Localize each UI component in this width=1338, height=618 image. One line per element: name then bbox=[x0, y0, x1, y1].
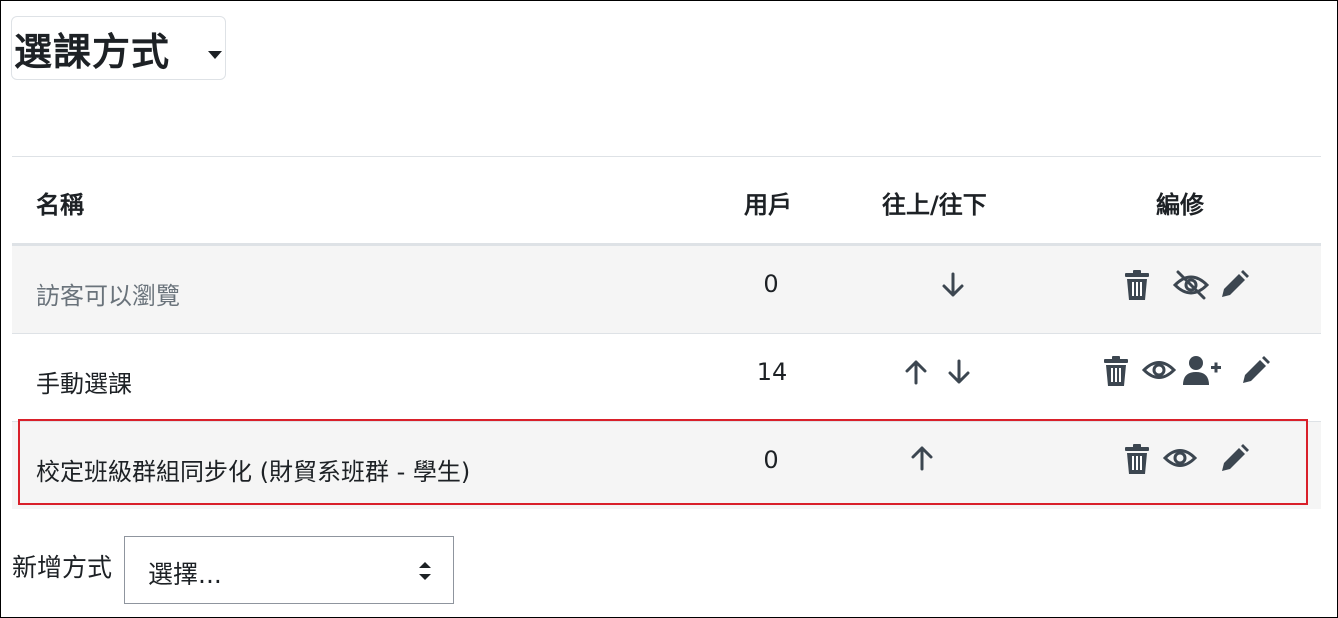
select-arrows-icon bbox=[419, 562, 431, 580]
add-method-select[interactable]: 選擇... bbox=[124, 536, 454, 604]
header-updown: 往上/往下 bbox=[882, 191, 987, 219]
trash-icon[interactable] bbox=[1103, 356, 1129, 386]
trash-icon[interactable] bbox=[1124, 270, 1150, 300]
highlight-box bbox=[18, 419, 1308, 505]
arrow-up-icon[interactable] bbox=[903, 358, 929, 386]
eye-icon[interactable] bbox=[1142, 356, 1176, 384]
method-users: 0 bbox=[763, 270, 779, 298]
method-users: 14 bbox=[756, 358, 788, 386]
header-users: 用戶 bbox=[744, 191, 792, 219]
select-value: 選擇... bbox=[148, 560, 222, 589]
header-edit: 編修 bbox=[1156, 191, 1204, 219]
method-name: 手動選課 bbox=[36, 370, 132, 398]
add-method-label: 新增方式 bbox=[12, 553, 113, 582]
arrow-down-icon[interactable] bbox=[946, 358, 972, 386]
method-name: 訪客可以瀏覽 bbox=[36, 282, 180, 310]
arrow-down-icon[interactable] bbox=[940, 271, 966, 299]
pencil-icon[interactable] bbox=[1240, 356, 1270, 386]
table-row: 手動選課 14 bbox=[12, 334, 1321, 422]
table-header: 名稱 用戶 往上/往下 編修 bbox=[12, 156, 1321, 246]
user-plus-icon[interactable] bbox=[1183, 355, 1221, 385]
page-title: 選課方式 bbox=[14, 29, 171, 74]
page-title-dropdown[interactable]: 選課方式 bbox=[11, 16, 226, 80]
caret-down-icon bbox=[208, 51, 222, 59]
table-row: 訪客可以瀏覽 0 bbox=[12, 246, 1321, 334]
pencil-icon[interactable] bbox=[1219, 270, 1249, 300]
header-name: 名稱 bbox=[36, 191, 84, 219]
eye-slash-icon[interactable] bbox=[1173, 270, 1209, 300]
